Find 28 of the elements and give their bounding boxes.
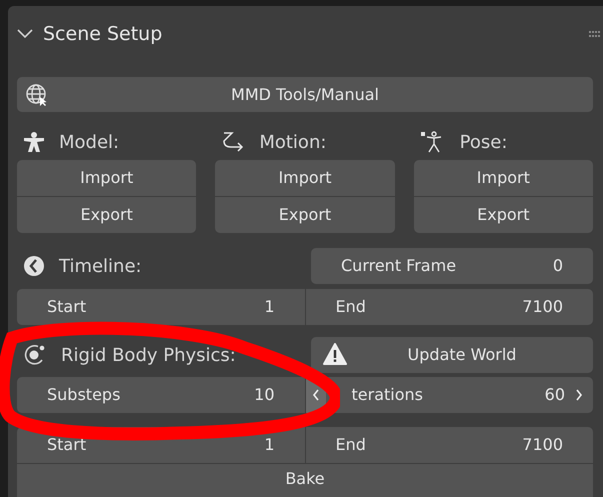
import-button[interactable]: Import (17, 160, 196, 196)
number-field[interactable]: End 7100 (306, 289, 593, 325)
back-circle-icon (23, 255, 45, 277)
manual-button[interactable]: MMD Tools/Manual (17, 77, 593, 112)
group-label: Model: (59, 130, 120, 154)
panel-title[interactable]: Scene Setup (43, 20, 162, 48)
export-button[interactable]: Export (215, 197, 395, 233)
number-field[interactable]: Start 1 (17, 289, 304, 325)
globe-icon (25, 83, 49, 107)
warning-icon (323, 343, 347, 365)
section-label: Rigid Body Physics: (61, 344, 236, 368)
figure-icon (23, 131, 45, 153)
physics-icon (23, 343, 47, 367)
bake-button[interactable]: Bake (17, 464, 593, 497)
drag-handle-icon[interactable] (589, 31, 601, 37)
import-button[interactable]: Import (215, 160, 395, 196)
import-button[interactable]: Import (414, 160, 593, 196)
export-button[interactable]: Export (17, 197, 196, 233)
section-label: Timeline: (59, 254, 142, 278)
group-label: Pose: (460, 130, 508, 154)
number-field[interactable]: End 7100 (306, 427, 593, 463)
number-field[interactable]: Substeps 10 (17, 377, 304, 413)
current-frame-field[interactable]: Current Frame 0 (311, 248, 593, 284)
path-arrow-icon (221, 131, 246, 153)
iterations-field[interactable]: terations 60 (306, 377, 593, 413)
export-button[interactable]: Export (414, 197, 593, 233)
update-world-button[interactable]: Update World (311, 337, 593, 373)
group-label: Motion: (259, 130, 326, 154)
